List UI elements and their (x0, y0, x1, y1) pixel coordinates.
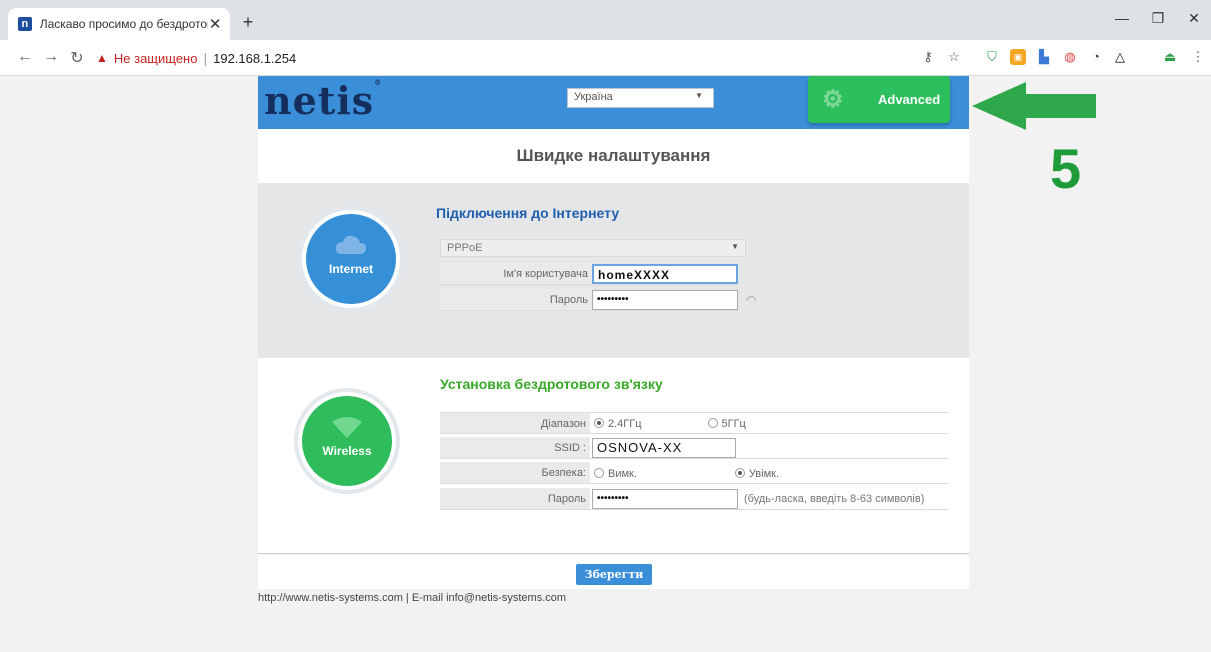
connection-type-value: PPPoE (447, 242, 483, 254)
password-row: Пароль ••••••••• (440, 289, 740, 311)
security-on-option[interactable]: Увімк. (734, 466, 780, 480)
browser-tabstrip: n Ласкаво просимо до бездротов ✕ + — ❐ ✕ (0, 0, 1211, 40)
security-off-option[interactable]: Вимк. (594, 466, 637, 480)
radio-icon[interactable] (594, 467, 604, 478)
extension-orange-icon[interactable]: ▣ (1010, 49, 1026, 65)
new-tab-icon[interactable]: + (238, 12, 258, 33)
back-icon[interactable]: ← (16, 48, 34, 66)
username-input[interactable]: homeXXXX (592, 263, 738, 284)
wifi-icon (332, 417, 362, 438)
username-row: Ім'я користувача homeXXXX (440, 263, 740, 285)
key-icon[interactable]: ⚷ (920, 49, 936, 65)
menu-kebab-icon[interactable]: ⋮ (1190, 49, 1206, 65)
advanced-button[interactable]: ⚙ Advanced (808, 76, 950, 123)
bookmark-star-icon[interactable]: ☆ (946, 49, 962, 65)
wireless-section: Wireless Установка бездротового зв'язку … (258, 358, 969, 554)
close-window-icon[interactable]: ✕ (1184, 10, 1204, 27)
ssid-label: SSID : (440, 437, 590, 458)
radio-selected-icon[interactable] (734, 467, 745, 478)
router-header: netis® Україна ▼ ⚙ Advanced (258, 76, 969, 129)
speed-extension-icon[interactable]: ◔ (1088, 49, 1104, 65)
netis-logo: netis® (264, 78, 383, 123)
restore-icon[interactable]: ❐ (1148, 10, 1168, 27)
gear-icon: ⚙ (822, 86, 844, 113)
cloud-icon (335, 235, 367, 254)
reload-icon[interactable]: ↻ (68, 48, 86, 68)
band-5-option[interactable]: 5ГГц (707, 416, 746, 430)
forward-icon[interactable]: → (42, 48, 60, 66)
footer-text: http://www.netis-systems.com | E-mail in… (258, 592, 567, 604)
tab-close-icon[interactable]: ✕ (208, 15, 222, 33)
address-bar[interactable]: ▲ Не защищено | 192.168.1.254 (96, 46, 976, 70)
not-secure-label[interactable]: Не защищено (114, 51, 198, 66)
security-off-label: Вимк. (608, 467, 637, 480)
security-row: Безпека: Вимк. Увімк. (440, 462, 948, 484)
translate-extension-icon[interactable]: ▙ (1036, 49, 1052, 65)
wireless-password-row: Пароль ••••••••• (будь-ласка, введіть 8-… (440, 488, 948, 510)
band-24-label: 2.4ГГц (608, 418, 642, 430)
ssid-row: SSID : OSNOVA-XX (440, 437, 948, 459)
internet-section-title: Підключення до Інтернету (436, 205, 620, 221)
shield-extension-icon[interactable]: ⛉ (984, 49, 1000, 65)
chevron-down-icon: ▼ (695, 91, 703, 100)
band-24-option[interactable]: 2.4ГГц (594, 416, 642, 430)
security-label: Безпека: (440, 462, 590, 483)
url-separator: | (203, 50, 208, 66)
internet-circle: Internet (302, 210, 400, 308)
wireless-password-input[interactable]: ••••••••• (592, 488, 738, 509)
chevron-down-icon: ▼ (731, 242, 739, 251)
annotation-arrow-icon (972, 82, 1096, 130)
country-select[interactable]: Україна ▼ (567, 88, 714, 108)
band-label: Діапазон (440, 413, 590, 433)
username-label: Ім'я користувача (440, 263, 592, 284)
band-5-label: 5ГГц (721, 418, 746, 430)
wireless-section-title: Установка бездротового зв'язку (440, 376, 663, 392)
internet-circle-label: Internet (328, 262, 373, 276)
show-password-eye-icon[interactable]: ◠ (746, 293, 756, 307)
security-on-label: Увімк. (748, 467, 780, 480)
internet-password-input[interactable]: ••••••••• (592, 289, 738, 310)
page-title: Швидке налаштування (258, 129, 969, 183)
connection-type-select[interactable]: PPPoE ▼ (440, 239, 746, 257)
url-text[interactable]: 192.168.1.254 (213, 51, 296, 66)
warning-icon: ▲ (96, 51, 108, 65)
save-button[interactable]: Зберегти (576, 564, 652, 585)
wireless-password-label: Пароль (440, 488, 590, 509)
country-select-value: Україна (574, 91, 613, 103)
browser-tab[interactable]: n Ласкаво просимо до бездротов ✕ (8, 8, 230, 40)
password-hint: (будь-ласка, введіть 8-63 символів) (744, 492, 925, 505)
netis-favicon-icon: n (18, 17, 32, 31)
ssid-input[interactable]: OSNOVA-XX (592, 437, 736, 458)
radio-selected-icon[interactable] (594, 418, 604, 428)
extension-globe-icon[interactable]: ◍ (1062, 49, 1078, 65)
wireless-circle-label: Wireless (322, 444, 372, 458)
tab-title: Ласкаво просимо до бездротов (39, 17, 209, 31)
step-number: 5 (1050, 137, 1082, 200)
internet-password-label: Пароль (440, 289, 592, 310)
extension-green-icon[interactable]: ⏏ (1162, 49, 1178, 65)
band-row: Діапазон 2.4ГГц 5ГГц (440, 412, 948, 434)
advanced-button-label: Advanced (878, 92, 941, 107)
wireless-circle: Wireless (298, 392, 396, 490)
browser-toolbar: ← → ↻ ▲ Не защищено | 192.168.1.254 ⚷ ☆ … (0, 40, 1211, 76)
delta-extension-icon[interactable]: △ (1112, 49, 1128, 65)
radio-icon[interactable] (707, 418, 718, 428)
minimize-icon[interactable]: — (1112, 10, 1132, 26)
internet-section: Internet Підключення до Інтернету PPPoE … (258, 183, 969, 358)
